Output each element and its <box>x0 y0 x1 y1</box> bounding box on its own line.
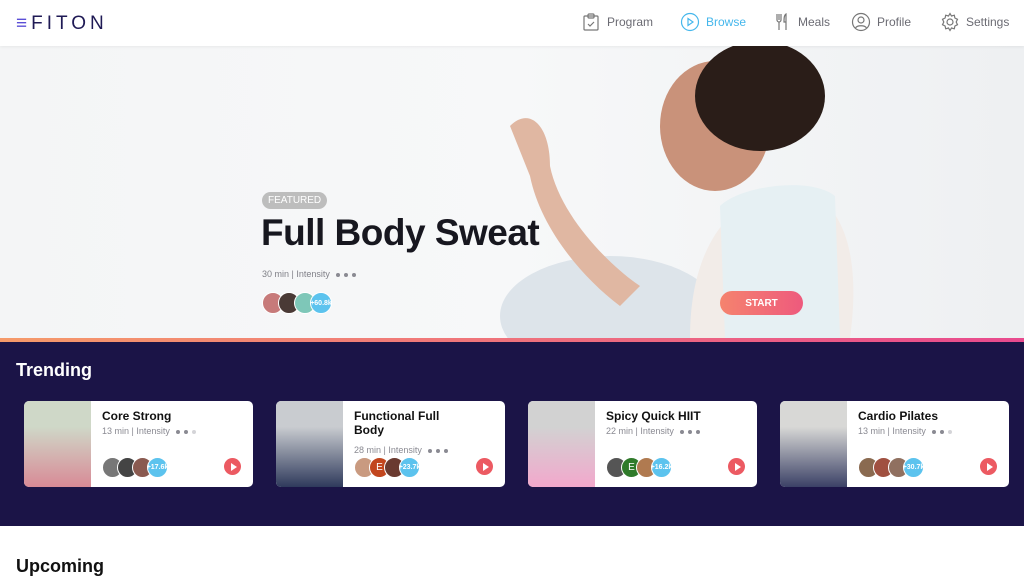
workout-meta: 28 min | Intensity <box>354 445 448 455</box>
featured-badge: FEATURED <box>262 192 328 209</box>
workout-card[interactable]: Functional Full Body 28 min | Intensity … <box>276 401 505 487</box>
participant-avatars: +17.6k <box>102 457 168 478</box>
user-icon <box>851 12 871 32</box>
participant-count: +16.2k <box>651 457 672 478</box>
participant-count: +23.7k <box>399 457 420 478</box>
utensils-icon <box>776 13 787 30</box>
nav-label: Settings <box>966 15 1010 29</box>
intensity-dot <box>687 429 692 434</box>
nav-label: Meals <box>798 15 831 29</box>
fiton-logo[interactable]: ≡ FITON <box>16 13 108 35</box>
workout-card[interactable]: Core Strong 13 min | Intensity +17.6k <box>24 401 253 487</box>
duration: 22 min <box>606 426 634 436</box>
intensity-dots <box>175 429 196 434</box>
duration: 13 min <box>858 426 886 436</box>
intensity-dot <box>931 429 936 434</box>
featured-title: Full Body Sweat <box>261 212 540 253</box>
participant-count: +17.6k <box>147 457 168 478</box>
nav-program[interactable]: Program <box>581 12 653 32</box>
workout-meta: 13 min | Intensity <box>102 426 196 436</box>
intensity-dot <box>427 448 432 453</box>
nav-label: Profile <box>877 15 912 29</box>
intensity-dot <box>191 429 196 434</box>
workout-meta: 22 min | Intensity <box>606 426 700 436</box>
top-nav: ≡ FITON Program Browse Meals Profile Sett… <box>0 0 1024 46</box>
workout-thumbnail <box>276 401 343 487</box>
intensity-dot <box>947 429 952 434</box>
intensity-dot <box>939 429 944 434</box>
avatar-letter: E <box>376 462 383 473</box>
participant-avatars: E +23.7k <box>354 457 420 478</box>
nav-label: Browse <box>706 15 747 29</box>
intensity-dot <box>435 448 440 453</box>
workout-title: Spicy Quick HIIT <box>606 409 701 423</box>
hero-image <box>500 46 854 338</box>
intensity-label: Intensity <box>892 426 926 436</box>
duration: 30 min <box>262 269 290 279</box>
workout-meta: 13 min | Intensity <box>858 426 952 436</box>
duration: 13 min <box>102 426 130 436</box>
intensity-label: Intensity <box>296 269 330 279</box>
workout-title: Functional Full Body <box>354 409 440 437</box>
nav-settings[interactable]: Settings <box>940 12 1009 32</box>
intensity-dot <box>695 429 700 434</box>
intensity-dot <box>443 448 448 453</box>
play-button-icon[interactable] <box>476 458 493 475</box>
clipboard-icon <box>583 13 599 31</box>
intensity-dot <box>175 429 180 434</box>
nav-browse[interactable]: Browse <box>680 12 746 32</box>
workout-thumbnail <box>780 401 847 487</box>
nav-profile[interactable]: Profile <box>851 12 911 32</box>
workout-title: Cardio Pilates <box>858 409 939 423</box>
participant-count: +30.7k <box>903 457 924 478</box>
workout-thumbnail <box>24 401 91 487</box>
intensity-dot <box>343 272 348 277</box>
intensity-label: Intensity <box>388 445 422 455</box>
nav-meals[interactable]: Meals <box>772 12 830 32</box>
trending-heading: Trending <box>16 360 92 380</box>
play-button-icon[interactable] <box>728 458 745 475</box>
intensity-dots <box>335 272 356 277</box>
duration: 28 min <box>354 445 382 455</box>
intensity-dot <box>351 272 356 277</box>
featured-hero: FEATURED Full Body Sweat 30 min | Intens… <box>0 46 1024 338</box>
participant-count: +60.8k <box>310 292 332 314</box>
logo-text: FITON <box>31 13 108 34</box>
trending-section: Trending Core Strong 13 min | Intensity … <box>0 342 1024 526</box>
intensity-label: Intensity <box>640 426 674 436</box>
participant-avatars: +30.7k <box>858 457 924 478</box>
workout-title: Core Strong <box>102 409 172 423</box>
play-button-icon[interactable] <box>980 458 997 475</box>
workout-card[interactable]: Spicy Quick HIIT 22 min | Intensity E +16… <box>528 401 757 487</box>
intensity-dot <box>335 272 340 277</box>
intensity-dot <box>183 429 188 434</box>
play-button-icon[interactable] <box>224 458 241 475</box>
participant-avatars: +60.8k <box>262 292 332 314</box>
gear-icon <box>941 12 959 32</box>
nav-label: Program <box>607 15 654 29</box>
logo-mark-icon: ≡ <box>16 13 28 34</box>
participant-avatars: E +16.2k <box>606 457 672 478</box>
avatar-letter: E <box>628 462 635 473</box>
workout-thumbnail <box>528 401 595 487</box>
featured-meta: 30 min | Intensity <box>262 269 356 279</box>
intensity-dots <box>931 429 952 434</box>
workout-card[interactable]: Cardio Pilates 13 min | Intensity +30.7k <box>780 401 1009 487</box>
play-circle-icon <box>680 12 700 32</box>
intensity-dots <box>427 448 448 453</box>
intensity-dot <box>679 429 684 434</box>
start-button[interactable]: START <box>720 291 803 315</box>
upcoming-heading: Upcoming <box>16 556 104 576</box>
intensity-dots <box>679 429 700 434</box>
intensity-label: Intensity <box>136 426 170 436</box>
